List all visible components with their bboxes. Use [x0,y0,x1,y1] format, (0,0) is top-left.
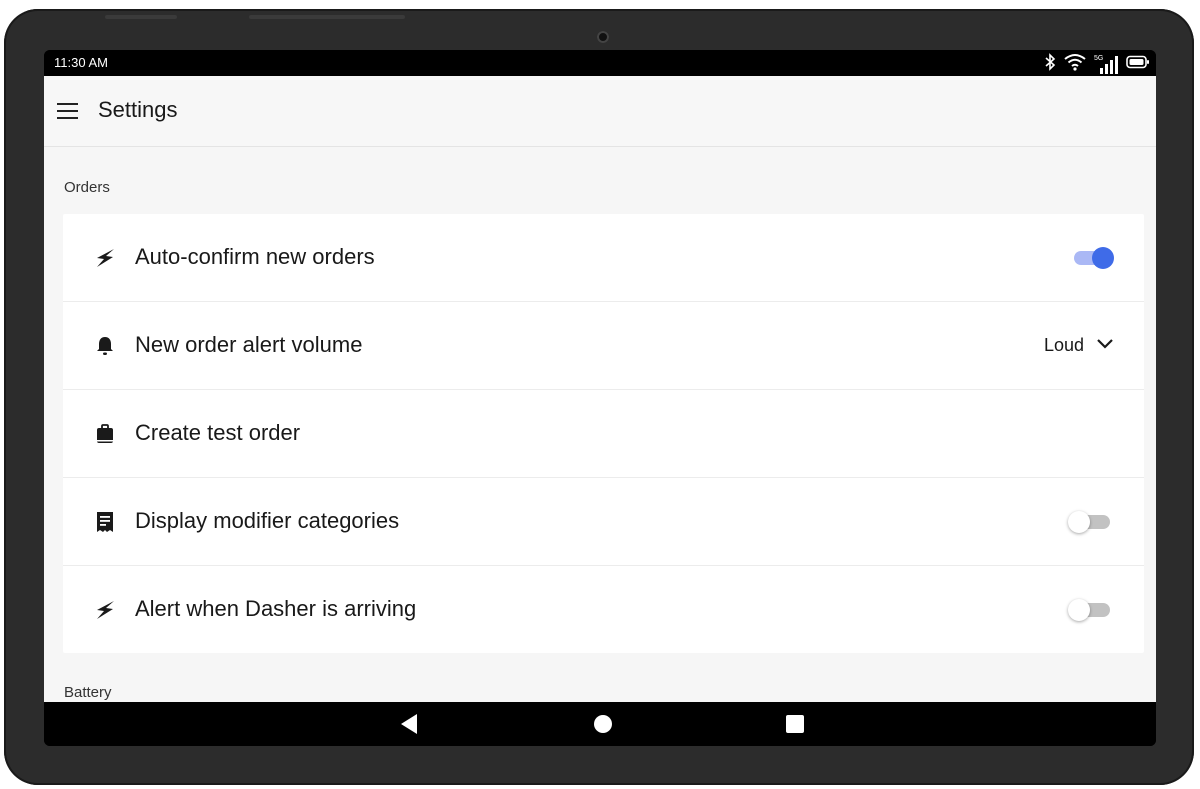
system-nav-bar [44,702,1156,746]
receipt-icon [93,510,117,534]
app-bar: Settings [44,76,1156,147]
back-icon[interactable] [397,712,421,736]
signal-5g-icon: 5G [1094,55,1118,75]
section-label-orders: Orders [64,179,110,196]
hamburger-menu-icon[interactable] [56,100,80,122]
bell-icon [93,334,117,358]
volume-button [105,15,177,19]
setting-row-auto-confirm[interactable]: Auto-confirm new orders [63,214,1144,302]
orders-settings-card: Auto-confirm new orders New order alert … [63,214,1144,653]
setting-row-modifier-categories[interactable]: Display modifier categories [63,478,1144,566]
page-title: Settings [98,97,178,122]
status-time: 11:30 AM [54,55,108,70]
section-label-battery: Battery [64,684,112,701]
bag-icon [93,422,117,446]
dropdown-value: Loud [1043,335,1084,355]
toggle-knob [1068,511,1090,533]
setting-label: Display modifier categories [135,508,400,533]
setting-label: Auto-confirm new orders [135,244,375,269]
modifier-categories-toggle[interactable] [1068,511,1114,533]
front-camera [597,31,609,43]
toggle-knob [1092,247,1114,269]
status-bar: 11:30 AM 5G [44,50,1156,76]
bluetooth-icon [1044,53,1056,76]
auto-confirm-toggle[interactable] [1068,247,1114,269]
lightning-icon [93,598,117,622]
battery-icon [1126,55,1150,74]
status-icons: 5G [1044,53,1150,76]
screen: 11:30 AM 5G Settings Orders Auto-confirm… [44,50,1156,746]
chevron-down-icon [1096,337,1114,355]
dasher-arriving-toggle[interactable] [1068,599,1114,621]
alert-volume-dropdown[interactable]: Loud [1044,335,1114,356]
settings-app: Settings Orders Auto-confirm new orders [44,76,1156,702]
recents-icon[interactable] [783,712,807,736]
wifi-icon [1064,53,1086,76]
lightning-icon [93,246,117,270]
setting-row-dasher-arriving[interactable]: Alert when Dasher is arriving [63,566,1144,653]
toggle-knob [1068,599,1090,621]
home-icon[interactable] [591,712,615,736]
setting-row-alert-volume[interactable]: New order alert volume Loud [63,302,1144,390]
setting-label: Alert when Dasher is arriving [135,596,417,621]
setting-label: Create test order [135,420,301,445]
power-button [249,15,405,19]
setting-row-create-test-order[interactable]: Create test order [63,390,1144,478]
setting-label: New order alert volume [135,332,363,357]
